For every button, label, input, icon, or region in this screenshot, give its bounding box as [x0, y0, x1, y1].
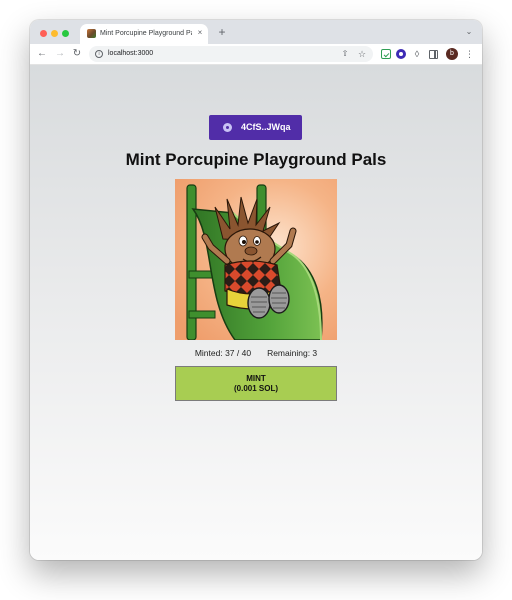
kebab-menu-icon[interactable]: ⋮: [465, 47, 474, 61]
url-text[interactable]: localhost:3000: [108, 49, 153, 59]
reload-icon[interactable]: ↻: [71, 47, 83, 61]
phantom-wallet-icon: [223, 123, 232, 132]
checkbox-extension-icon[interactable]: [381, 49, 391, 59]
phantom-extension-icon[interactable]: [396, 49, 406, 59]
page-title: Mint Porcupine Playground Pals: [125, 150, 387, 169]
minimize-window-button[interactable]: [51, 30, 58, 37]
mint-button-price: (0.001 SOL): [233, 384, 278, 393]
wallet-button[interactable]: 4CfS..JWqa: [209, 115, 302, 140]
remaining-count: Remaining: 3: [267, 348, 318, 358]
page-content: 4CfS..JWqa Mint Porcupine Playground Pal…: [30, 65, 482, 560]
mint-stats: Minted: 37 / 40 Remaining: 3: [30, 347, 482, 359]
tab-search-icon[interactable]: ⌄: [464, 27, 474, 37]
nft-image: [175, 179, 337, 340]
side-panel-icon[interactable]: [429, 50, 438, 59]
browser-tab[interactable]: Mint Porcupine Playground Pals ×: [80, 24, 208, 44]
forward-arrow-icon[interactable]: →: [54, 47, 66, 61]
puzzle-icon[interactable]: ◊: [412, 49, 422, 59]
tab-close-icon[interactable]: ×: [195, 28, 205, 38]
star-icon[interactable]: ☆: [357, 48, 367, 60]
browser-window: Mint Porcupine Playground Pals × + ⌄ ← →…: [30, 20, 482, 560]
mint-button-label: MINT: [246, 374, 266, 383]
favicon-icon: [87, 29, 96, 38]
info-icon[interactable]: i: [95, 50, 103, 58]
share-icon[interactable]: ⇧: [340, 48, 350, 60]
browser-toolbar: ← → ↻ i localhost:3000 ⇧ ☆ ◊ b ⋮: [30, 44, 482, 65]
back-arrow-icon[interactable]: ←: [36, 47, 48, 61]
mint-button[interactable]: MINT (0.001 SOL): [175, 366, 337, 401]
new-tab-button[interactable]: +: [216, 25, 228, 39]
wallet-address: 4CfS..JWqa: [241, 122, 291, 132]
maximize-window-button[interactable]: [62, 30, 69, 37]
address-bar[interactable]: i localhost:3000 ⇧ ☆: [89, 46, 373, 62]
tab-title: Mint Porcupine Playground Pals: [100, 30, 192, 37]
profile-avatar[interactable]: b: [446, 48, 458, 60]
minted-count: Minted: 37 / 40: [194, 348, 252, 358]
close-window-button[interactable]: [40, 30, 47, 37]
tab-strip: Mint Porcupine Playground Pals × + ⌄: [30, 20, 482, 44]
